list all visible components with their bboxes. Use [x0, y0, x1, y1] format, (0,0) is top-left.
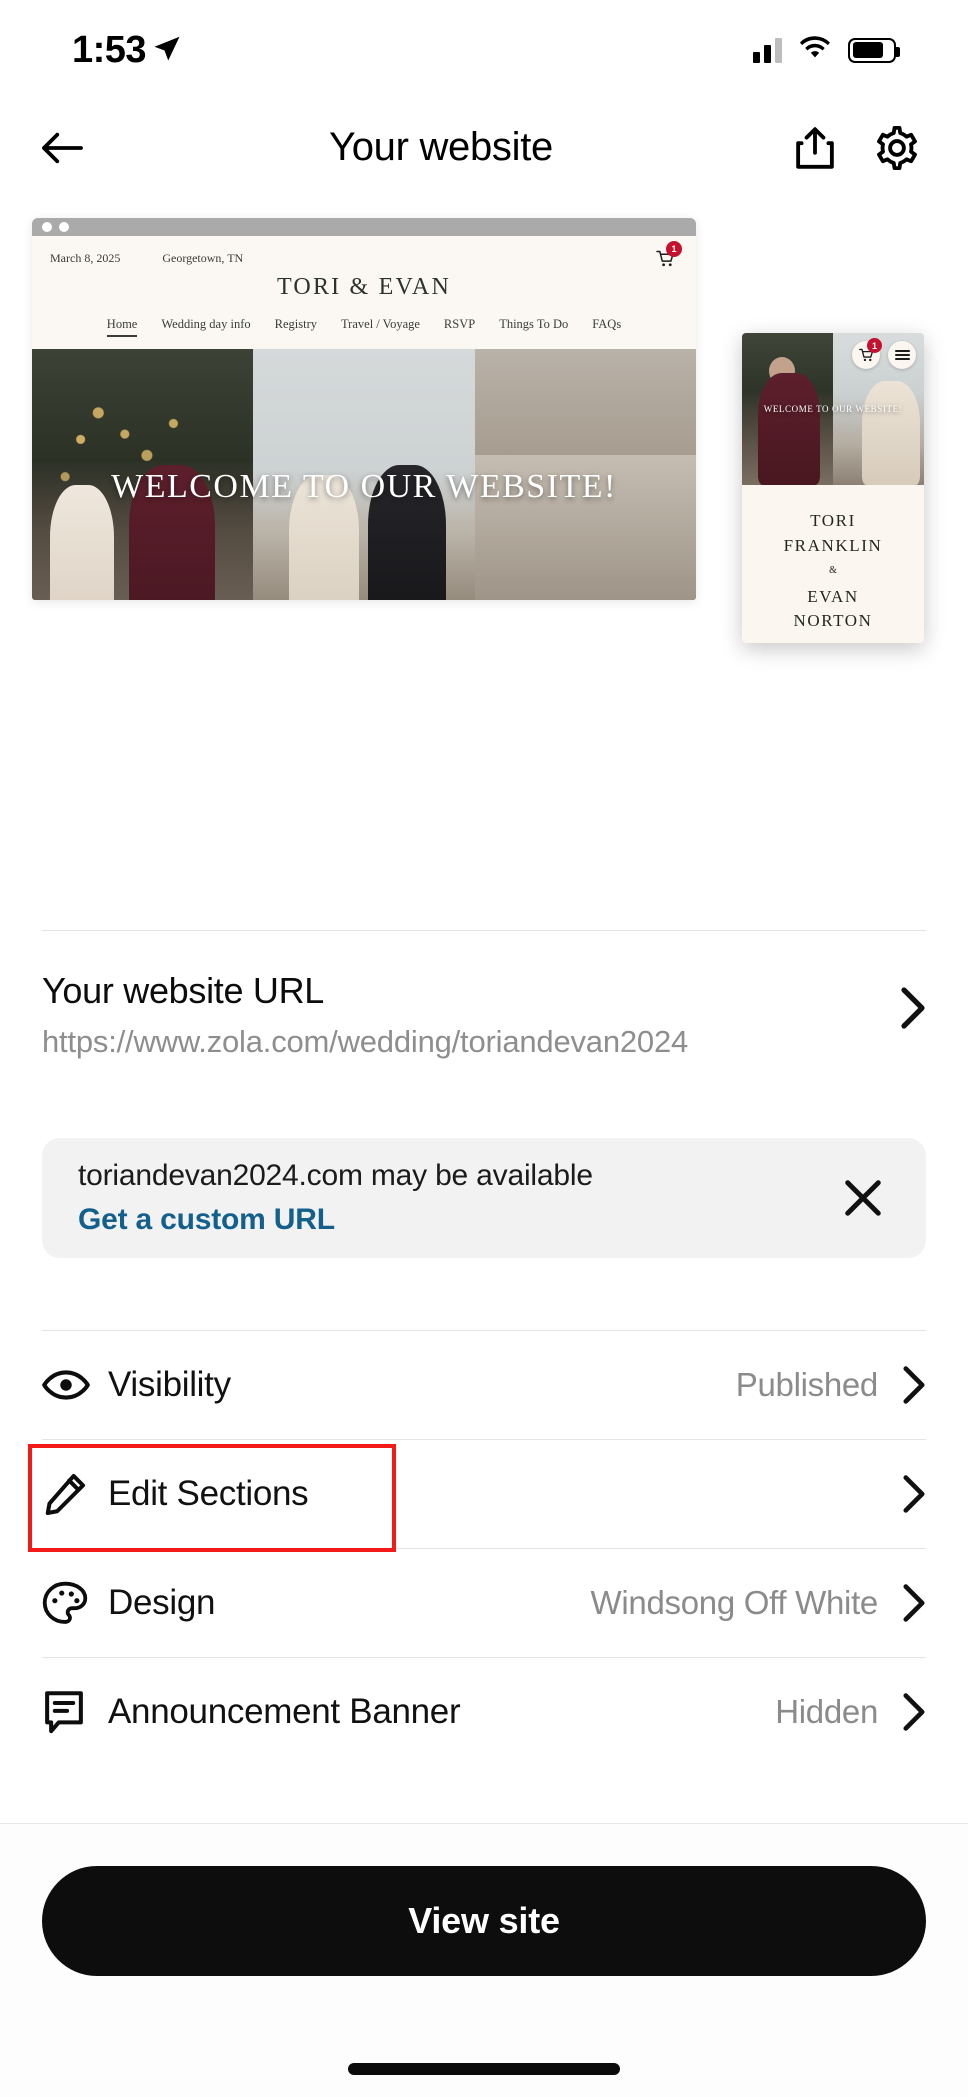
- website-url-chevron[interactable]: [900, 970, 926, 1035]
- settings-row-value: Published: [735, 1366, 879, 1403]
- share-icon: [796, 126, 834, 169]
- app-header: Your website: [0, 100, 968, 195]
- website-url-label: Your website URL: [42, 970, 325, 1011]
- chevron-right-icon: [903, 1366, 925, 1404]
- view-site-button[interactable]: View site: [42, 1866, 926, 1976]
- status-time: 1:53: [72, 28, 147, 71]
- settings-row-visibility[interactable]: Visibility Published: [0, 1331, 968, 1439]
- chevron-right-icon: [901, 987, 925, 1029]
- close-icon: [845, 1180, 881, 1216]
- custom-url-banner-text: toriandevan2024.com may be available Get…: [78, 1159, 836, 1237]
- mobile-couple-names: TORI FRANKLIN & EVAN NORTON: [742, 485, 924, 634]
- mobile-menu-button[interactable]: [888, 341, 916, 369]
- site-nav-item-home[interactable]: Home: [106, 317, 138, 337]
- site-nav-item-rsvp[interactable]: RSVP: [444, 317, 475, 337]
- browser-chrome-bar: [32, 218, 696, 236]
- mobile-hero-actions: 1: [852, 338, 916, 369]
- status-bar-left: 1:53: [72, 29, 182, 72]
- palette-icon: [42, 1581, 108, 1625]
- mobile-hero: 1 WELCOME TO OUR WEBSITE!: [742, 333, 924, 485]
- page-title: Your website: [329, 125, 553, 169]
- chevron-right-icon: [903, 1693, 925, 1731]
- status-bar-right: [753, 35, 900, 66]
- website-preview[interactable]: March 8, 2025 Georgetown, TN 1 TORI & EV…: [32, 218, 936, 688]
- mobile-hero-figure: [862, 381, 921, 485]
- back-button[interactable]: [30, 116, 94, 180]
- site-nav-item-registry[interactable]: Registry: [275, 317, 317, 337]
- site-hero: WELCOME TO OUR WEBSITE!: [32, 349, 696, 600]
- settings-row-chevron[interactable]: [900, 1583, 926, 1623]
- settings-row-design[interactable]: Design Windsong Off White: [0, 1549, 968, 1657]
- location-arrow-icon: [152, 33, 182, 68]
- name-second-last: NORTON: [793, 611, 873, 631]
- banner-close-button[interactable]: [836, 1171, 890, 1225]
- phone-screen: 1:53 Your website March 8, 2025 Georgeto…: [0, 0, 968, 2097]
- wedding-date: March 8, 2025: [50, 250, 121, 265]
- get-custom-url-link[interactable]: Get a custom URL: [78, 1203, 836, 1237]
- divider: [42, 930, 926, 931]
- site-nav-item-things-to-do[interactable]: Things To Do: [499, 317, 568, 337]
- pencil-icon: [42, 1471, 108, 1517]
- status-bar: 1:53: [0, 0, 968, 100]
- ampersand: &: [829, 565, 837, 577]
- settings-row-label: Announcement Banner: [108, 1692, 461, 1731]
- settings-row-announcement-banner[interactable]: Announcement Banner Hidden: [0, 1658, 968, 1766]
- settings-row-label: Edit Sections: [108, 1474, 309, 1513]
- settings-list: Visibility Published Edit Sections Desig…: [0, 1330, 968, 1766]
- settings-row-label: Visibility: [108, 1365, 231, 1404]
- settings-row-chevron[interactable]: [900, 1365, 926, 1405]
- chevron-right-icon: [903, 1584, 925, 1622]
- eye-icon: [42, 1368, 108, 1402]
- wifi-icon: [798, 35, 832, 66]
- back-arrow-icon: [42, 132, 83, 163]
- site-nav-item-wedding-day-info[interactable]: Wedding day info: [161, 317, 250, 337]
- mobile-cart-button[interactable]: 1: [852, 338, 882, 369]
- speech-bubble-icon: [42, 1689, 108, 1735]
- gear-icon: [877, 125, 917, 170]
- hamburger-menu-icon: [894, 348, 910, 362]
- settings-row-value: Windsong Off White: [590, 1584, 879, 1621]
- settings-row-chevron[interactable]: [900, 1474, 926, 1514]
- share-button[interactable]: [788, 121, 842, 175]
- cart-badge: 1: [666, 241, 682, 257]
- hero-headline: WELCOME TO OUR WEBSITE!: [111, 468, 617, 506]
- settings-button[interactable]: [870, 121, 924, 175]
- bottom-bar: View site: [0, 1823, 968, 2097]
- site-couple-title: TORI & EVAN: [277, 274, 451, 300]
- header-actions: [788, 121, 938, 175]
- wedding-location: Georgetown, TN: [162, 250, 244, 265]
- mobile-cart-badge: 1: [867, 338, 882, 353]
- site-nav-item-faqs[interactable]: FAQs: [592, 317, 621, 337]
- settings-row-value: Hidden: [775, 1693, 878, 1730]
- custom-url-banner[interactable]: toriandevan2024.com may be available Get…: [42, 1138, 926, 1258]
- site-topbar: March 8, 2025 Georgetown, TN 1: [32, 236, 696, 272]
- name-second: EVAN: [807, 586, 859, 606]
- website-url-row[interactable]: Your website URL https://www.zola.com/we…: [0, 970, 968, 1060]
- mobile-hero-headline: WELCOME TO OUR WEBSITE!: [763, 403, 903, 414]
- browser-dot: [42, 222, 52, 232]
- battery-icon: [848, 37, 900, 63]
- name-first: TORI: [810, 511, 856, 530]
- cellular-signal-icon: [753, 37, 782, 63]
- settings-row-label: Design: [108, 1583, 216, 1622]
- website-url-text: Your website URL https://www.zola.com/we…: [42, 970, 900, 1060]
- site-nav-item-travel[interactable]: Travel / Voyage: [341, 317, 420, 337]
- settings-row-edit-sections[interactable]: Edit Sections: [0, 1440, 968, 1552]
- website-url-value: https://www.zola.com/wedding/toriandevan…: [42, 1024, 689, 1059]
- custom-url-message: toriandevan2024.com may be available: [78, 1159, 593, 1192]
- home-indicator: [348, 2063, 620, 2075]
- chevron-right-icon: [903, 1475, 925, 1513]
- desktop-preview-card[interactable]: March 8, 2025 Georgetown, TN 1 TORI & EV…: [32, 218, 696, 600]
- mobile-hero-figure: [758, 373, 821, 485]
- site-nav[interactable]: Home Wedding day info Registry Travel / …: [32, 317, 696, 337]
- name-first-last: FRANKLIN: [783, 535, 883, 555]
- cart-button[interactable]: 1: [652, 241, 682, 270]
- mobile-preview-card[interactable]: 1 WELCOME TO OUR WEBSITE! TORI FRANKLIN …: [742, 333, 924, 643]
- settings-row-chevron[interactable]: [900, 1692, 926, 1732]
- browser-dot: [59, 222, 69, 232]
